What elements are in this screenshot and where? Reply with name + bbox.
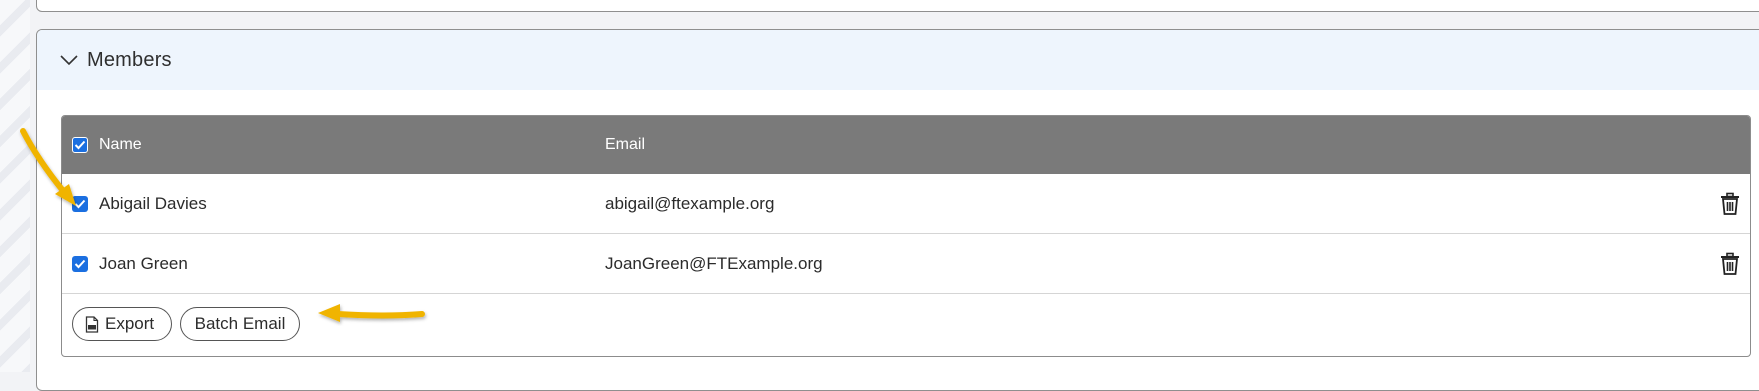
batch-email-label: Batch Email <box>194 314 286 333</box>
left-decorative-stripe <box>0 0 30 372</box>
member-email: JoanGreen@FTExample.org <box>605 253 823 273</box>
column-header-email[interactable]: Email <box>605 116 645 174</box>
panel-title: Members <box>87 48 172 71</box>
select-all-checkbox[interactable] <box>72 137 88 153</box>
chevron-down-icon[interactable] <box>53 30 85 90</box>
export-label: Export <box>105 314 155 333</box>
table-row: Joan Green JoanGreen@FTExample.org <box>62 234 1750 294</box>
member-name: Joan Green <box>99 253 188 273</box>
export-button[interactable]: Export <box>72 307 172 341</box>
check-icon <box>74 199 86 208</box>
member-name: Abigail Davies <box>99 193 207 213</box>
table-header: Name Email <box>62 116 1750 174</box>
batch-email-button[interactable]: Batch Email <box>180 307 300 341</box>
check-icon <box>74 259 86 268</box>
trash-icon[interactable] <box>1718 192 1742 216</box>
check-icon <box>74 140 86 150</box>
table-actions: Export Batch Email <box>62 294 1750 356</box>
trash-icon[interactable] <box>1718 252 1742 276</box>
previous-section-card <box>36 0 1759 12</box>
csv-file-icon <box>85 315 99 333</box>
row-checkbox[interactable] <box>72 195 88 212</box>
members-table: Name Email Abigail Davies abigail@ftexam… <box>61 115 1751 357</box>
members-panel-header[interactable]: Members <box>37 30 1759 90</box>
member-email: abigail@ftexample.org <box>605 193 775 213</box>
table-row: Abigail Davies abigail@ftexample.org <box>62 174 1750 234</box>
column-header-name[interactable]: Name <box>99 116 142 174</box>
row-checkbox[interactable] <box>72 255 88 272</box>
